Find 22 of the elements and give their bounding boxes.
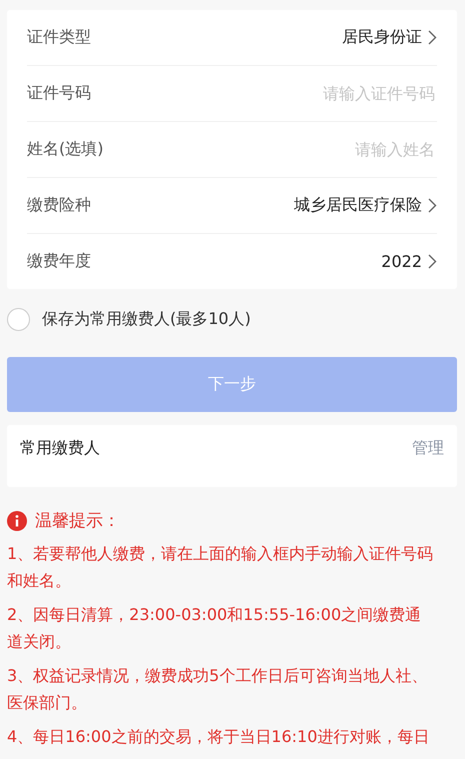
card-title: 常用缴费人	[20, 438, 100, 459]
tip-text: 3、权益记录情况，缴费成功5个工作日后可咨询当地人社、医保部门。	[7, 665, 428, 714]
checkbox-label: 保存为常用缴费人(最多10人)	[42, 309, 251, 330]
field-label: 缴费年度	[27, 251, 91, 272]
tip-text: 4、每日16:00之前的交易，将于当日16:10进行对账，每日	[7, 726, 430, 748]
chevron-right-icon[interactable]	[428, 198, 437, 213]
chevron-right-icon[interactable]	[428, 30, 437, 45]
info-icon	[7, 510, 27, 530]
field-label: 证件号码	[27, 83, 91, 104]
field-label: 缴费险种	[27, 195, 91, 216]
chevron-right-icon[interactable]	[428, 254, 437, 269]
tips-title: 温馨提示：	[35, 510, 120, 532]
checkbox[interactable]	[7, 308, 30, 331]
input-field[interactable]: 请输入姓名	[233, 139, 437, 160]
input-field[interactable]: 请输入证件号码	[233, 83, 437, 104]
select-value[interactable]: 2022	[381, 252, 422, 271]
field-label: 证件类型	[27, 27, 91, 48]
tip-text: 1、若要帮他人缴费，请在上面的输入框内手动输入证件号码和姓名。	[7, 543, 434, 592]
field-label: 姓名(选填)	[27, 139, 104, 160]
select-value[interactable]: 居民身份证	[342, 27, 422, 48]
tip-text: 2、因每日清算，23:00-03:00和15:55-16:00之间缴费通道关闭。	[7, 604, 422, 653]
select-value[interactable]: 城乡居民医疗保险	[294, 195, 422, 216]
